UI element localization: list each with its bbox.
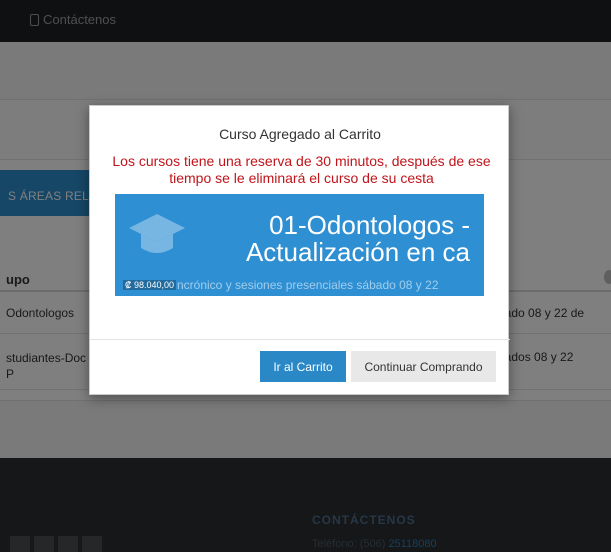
continue-shopping-button[interactable]: Continuar Comprando xyxy=(351,351,496,382)
modal-divider xyxy=(90,339,510,340)
course-banner: 01-Odontologos - Actualización en ca ncró… xyxy=(115,194,484,296)
go-to-cart-button[interactable]: Ir al Carrito xyxy=(260,351,346,382)
modal-title: Curso Agregado al Carrito xyxy=(219,126,381,142)
course-subtitle: ncrónico y sesiones presenciales sábado … xyxy=(177,278,439,292)
graduation-cap-icon xyxy=(129,214,185,253)
course-price: ₡ 98.040,00 xyxy=(123,280,177,290)
cart-modal: Curso Agregado al Carrito Los cursos tie… xyxy=(89,105,510,395)
course-title: 01-Odontologos - Actualización en ca xyxy=(245,210,470,267)
reservation-warning: Los cursos tiene una reserva de 30 minut… xyxy=(112,153,491,186)
